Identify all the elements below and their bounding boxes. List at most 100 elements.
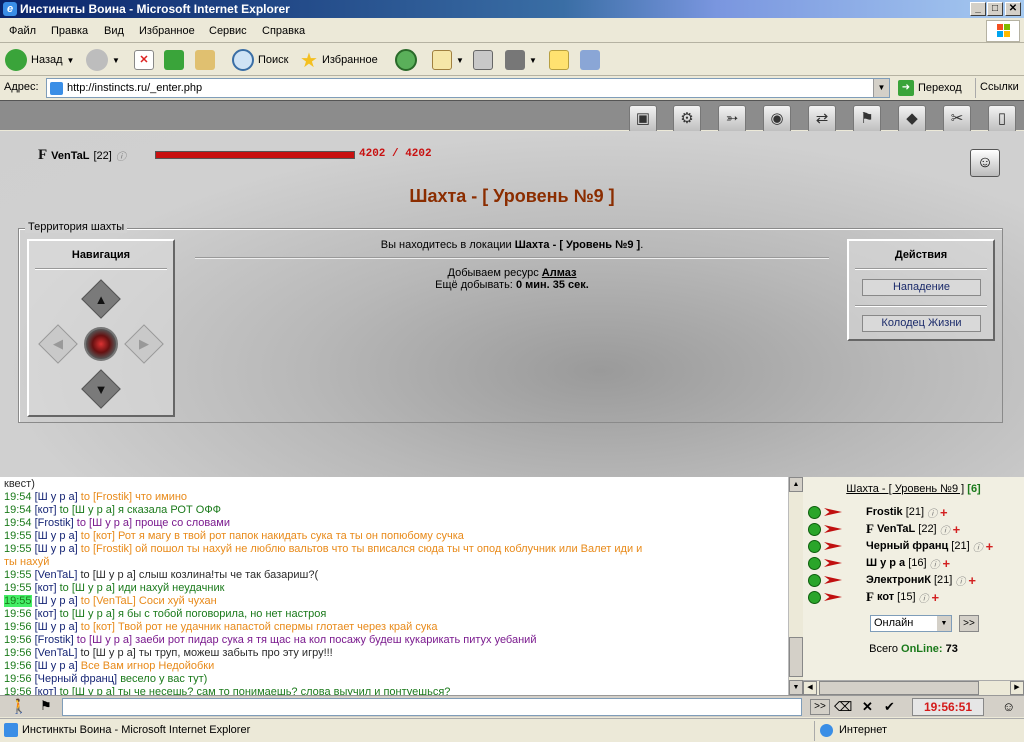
status-flower-icon[interactable]: [808, 522, 821, 536]
user-name[interactable]: Ш у р а: [866, 557, 905, 569]
globe-icon[interactable]: ◉: [763, 105, 791, 133]
menu-favorites[interactable]: Избранное: [139, 25, 195, 37]
chat-time[interactable]: 19:55: [4, 543, 32, 555]
user-info-icon[interactable]: ⓘ: [940, 522, 950, 537]
settings-gear-icon[interactable]: ⚙: [673, 105, 701, 133]
player-info-icon[interactable]: ⓘ: [116, 148, 126, 163]
attack-button[interactable]: Нападение: [862, 279, 981, 296]
exchange-icon[interactable]: ⇄: [808, 105, 836, 133]
nav-right-button[interactable]: ▶: [124, 324, 164, 364]
chat-author[interactable]: [Черный франц]: [35, 673, 118, 685]
chat-time[interactable]: 19:56: [4, 673, 32, 685]
scroll-down-icon[interactable]: ▼: [789, 680, 803, 695]
attack-arrow-icon[interactable]: [824, 525, 842, 533]
chat-input[interactable]: [62, 698, 802, 716]
chat-author[interactable]: [кот]: [35, 582, 57, 594]
user-name[interactable]: Frostik: [866, 506, 903, 518]
close-button[interactable]: ✕: [1005, 2, 1021, 16]
scroll-left-icon[interactable]: ◀: [803, 681, 817, 695]
character-icon[interactable]: ☺: [970, 149, 1000, 177]
chat-time[interactable]: 19:54: [4, 517, 32, 529]
chat-author[interactable]: [Ш у р а]: [35, 530, 78, 542]
chat-author[interactable]: [Ш у р а]: [35, 595, 78, 607]
send-button[interactable]: >>: [810, 699, 830, 715]
user-info-icon[interactable]: ⓘ: [927, 505, 937, 520]
back-button[interactable]: Назад ▼: [5, 48, 74, 72]
chat-author[interactable]: [Frostik]: [35, 517, 74, 529]
status-flower-icon[interactable]: [808, 556, 821, 570]
chat-author[interactable]: [Frostik]: [35, 634, 74, 646]
user-info-icon[interactable]: ⓘ: [919, 590, 929, 605]
users-scroll-thumb[interactable]: [819, 681, 979, 695]
chat-time[interactable]: 19:56: [4, 634, 32, 646]
add-user-icon[interactable]: +: [943, 556, 951, 571]
attack-arrow-icon[interactable]: [824, 593, 842, 601]
scroll-right-icon[interactable]: ▶: [1010, 681, 1024, 695]
nav-down-button[interactable]: ▼: [81, 369, 121, 409]
chat-author[interactable]: [Ш у р а]: [35, 543, 78, 555]
user-info-icon[interactable]: ⓘ: [930, 556, 940, 571]
attack-arrow-icon[interactable]: [824, 542, 842, 550]
chat-log[interactable]: квест) 19:54 [Ш у р а] to [Frostik] что и…: [0, 477, 788, 695]
chat-time[interactable]: 19:56: [4, 608, 32, 620]
eraser-icon[interactable]: ⌫: [834, 699, 852, 715]
menu-help[interactable]: Справка: [262, 25, 305, 37]
status-flower-icon[interactable]: [808, 505, 821, 519]
weapon-icon[interactable]: ➳: [718, 105, 746, 133]
tools-icon[interactable]: ✂: [943, 105, 971, 133]
chat-time[interactable]: 19:54: [4, 504, 32, 516]
links-button[interactable]: Ссылки: [980, 81, 1019, 93]
chat-time[interactable]: 19:55: [4, 569, 32, 581]
chat-author[interactable]: [VenTaL]: [35, 569, 78, 581]
status-flower-icon[interactable]: [808, 573, 821, 587]
address-input[interactable]: http://instincts.ru/_enter.php ▼: [46, 78, 890, 98]
well-of-life-button[interactable]: Колодец Жизни: [862, 315, 981, 332]
clear-icon[interactable]: ✕: [862, 699, 873, 715]
chat-author[interactable]: [кот]: [35, 504, 57, 516]
scroll-up-icon[interactable]: ▲: [789, 477, 803, 492]
user-name[interactable]: кот: [877, 591, 894, 603]
user-name[interactable]: Черный франц: [866, 540, 948, 552]
user-info-icon[interactable]: ⓘ: [955, 573, 965, 588]
edit-button[interactable]: ▼: [505, 48, 537, 72]
nav-left-button[interactable]: ◀: [38, 324, 78, 364]
address-dropdown-icon[interactable]: ▼: [873, 79, 889, 97]
add-user-icon[interactable]: +: [932, 590, 940, 605]
search-button[interactable]: Поиск: [232, 48, 288, 72]
messenger-button[interactable]: [580, 48, 600, 72]
attack-arrow-icon[interactable]: [824, 559, 842, 567]
chat-author[interactable]: [Ш у р а]: [35, 660, 78, 672]
add-user-icon[interactable]: +: [953, 522, 961, 537]
stop-button[interactable]: ✕: [134, 48, 154, 72]
chat-time[interactable]: 19:56: [4, 660, 32, 672]
inventory-icon[interactable]: ▣: [629, 105, 657, 133]
chat-author[interactable]: [Ш у р а]: [35, 491, 78, 503]
walk-icon[interactable]: 🚶: [10, 698, 27, 715]
attack-arrow-icon[interactable]: [824, 508, 842, 516]
menu-view[interactable]: Вид: [104, 25, 124, 37]
status-flower-icon[interactable]: [808, 539, 821, 553]
user-name[interactable]: ЭлектрониК: [866, 574, 931, 586]
forward-button[interactable]: ▼: [86, 48, 120, 72]
scroll-thumb[interactable]: [789, 637, 803, 677]
check-icon[interactable]: ✔: [884, 699, 895, 715]
window-titlebar[interactable]: e Инстинкты Воина - Microsoft Internet E…: [0, 0, 1024, 18]
refresh-button[interactable]: [164, 48, 184, 72]
maximize-button[interactable]: □: [987, 2, 1003, 16]
menu-tools[interactable]: Сервис: [209, 25, 247, 37]
flag-icon[interactable]: ⚑: [853, 105, 881, 133]
chat-time[interactable]: 19:55: [4, 582, 32, 594]
chat-time[interactable]: 19:54: [4, 491, 32, 503]
attack-arrow-icon[interactable]: [824, 576, 842, 584]
chat-scrollbar[interactable]: ▲ ▼: [788, 477, 803, 695]
resource-link[interactable]: Алмаз: [542, 267, 577, 279]
home-button[interactable]: [195, 48, 215, 72]
users-location[interactable]: Шахта - [ Уровень №9 ]: [846, 483, 964, 495]
nav-up-button[interactable]: ▲: [81, 279, 121, 319]
add-user-icon[interactable]: +: [968, 573, 976, 588]
go-button[interactable]: ➜ Переход: [898, 80, 962, 96]
resources-icon[interactable]: ◆: [898, 105, 926, 133]
favorites-button[interactable]: ★ Избранное: [300, 48, 378, 72]
filter-go-button[interactable]: >>: [959, 615, 979, 632]
chat-time[interactable]: 19:55: [4, 530, 32, 542]
